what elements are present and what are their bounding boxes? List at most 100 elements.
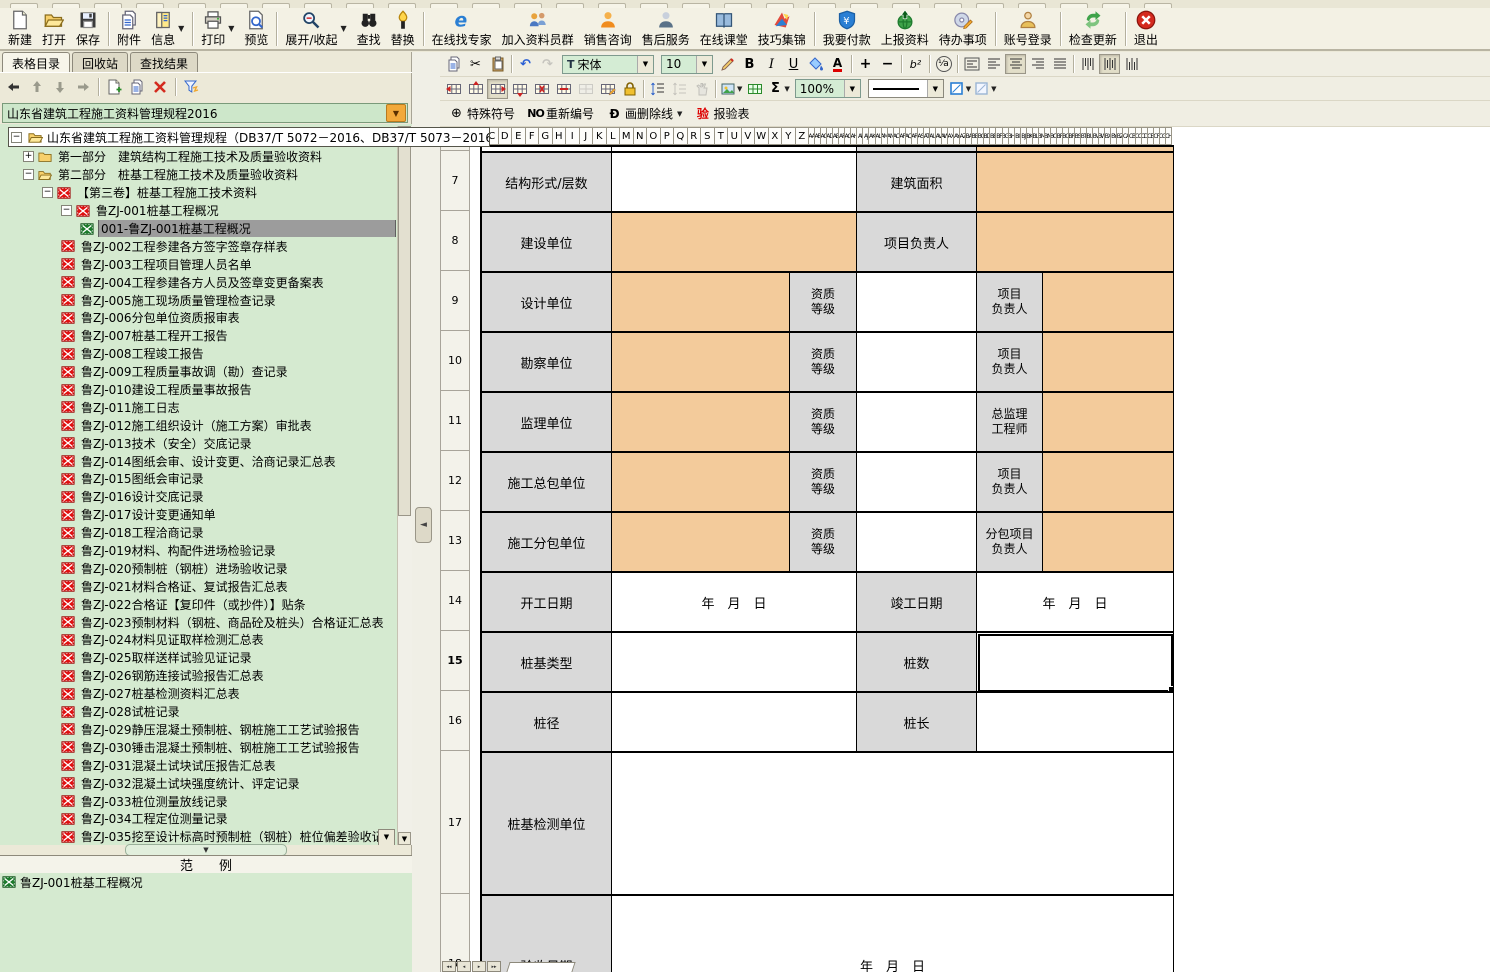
chevron-down-icon[interactable]: ▼ (178, 24, 184, 33)
toolbar-button-exit-x[interactable]: 退出 (1129, 9, 1163, 49)
tree-expand-toggle[interactable]: − (11, 132, 22, 143)
toolbar-button-replace-torch[interactable]: 替换 (386, 9, 420, 49)
insert-col-right-button[interactable] (487, 79, 508, 99)
tree-item[interactable]: 鲁ZJ-023预制材料（钢桩、商品砼及桩头）合格证汇总表 (0, 613, 412, 631)
scroll-down-icon[interactable]: ▼ (398, 832, 411, 845)
tree-item[interactable]: 鲁ZJ-006分包单位资质报审表 (0, 309, 412, 327)
column-header[interactable]: CH (1166, 127, 1172, 145)
vertical-text-right-button[interactable] (1121, 54, 1142, 74)
tab-查找结果[interactable]: 查找结果 (130, 52, 198, 72)
tree-item[interactable]: 鲁ZJ-027桩基检测资料汇总表 (0, 685, 412, 703)
row-header[interactable]: 14 (440, 571, 470, 631)
tree-item[interactable]: 鲁ZJ-008工程竣工报告 (0, 345, 412, 363)
italic-button[interactable]: I (761, 54, 782, 74)
column-header[interactable]: O (647, 127, 661, 145)
tree-item[interactable]: 鲁ZJ-025取样送样试验见证记录 (0, 649, 412, 667)
toolbar-button-upload-globe[interactable]: 上报资料 (876, 9, 934, 49)
tree-item[interactable]: 鲁ZJ-020预制桩（钢桩）进场验收记录 (0, 559, 412, 577)
form-input-cell[interactable] (612, 273, 790, 333)
tab-表格目录[interactable]: 表格目录 (2, 52, 70, 72)
form-input-cell[interactable] (612, 453, 790, 513)
chevron-down-icon[interactable]: ▼ (784, 85, 789, 93)
tree-item[interactable]: 鲁ZJ-035挖至设计标高时预制桩（钢桩）桩位偏差验收记▼ (0, 828, 412, 845)
toolbar-button-tips-collection[interactable]: 技巧集锦 (753, 9, 811, 49)
column-header[interactable]: W (755, 127, 769, 145)
column-header[interactable]: E (512, 127, 526, 145)
size-combo[interactable]: 10▼ (661, 55, 713, 74)
column-header[interactable]: X (769, 127, 783, 145)
tree-scrollbar[interactable]: ▲ ▼ (397, 126, 412, 845)
tab-first-icon[interactable]: ◂◂ (442, 961, 456, 972)
tree-item[interactable]: 鲁ZJ-019材料、构配件进场检验记录 (0, 542, 412, 560)
column-header[interactable]: H (553, 127, 567, 145)
tree-expand-toggle[interactable]: − (61, 205, 72, 216)
tree-item[interactable]: 鲁ZJ-024材料见证取样检测汇总表 (0, 631, 412, 649)
tree-expand-toggle[interactable]: + (23, 151, 34, 162)
fraction-button[interactable]: ⅟a (933, 54, 954, 74)
toolbar-button-new-doc[interactable]: 新建 (3, 9, 37, 49)
column-header[interactable]: P (661, 127, 675, 145)
superscript-button[interactable]: b² (905, 54, 926, 74)
chevron-down-icon[interactable]: ▼ (677, 110, 682, 118)
column-header[interactable]: T (715, 127, 729, 145)
tree-item[interactable]: 鲁ZJ-031混凝土试块试压报告汇总表 (0, 756, 412, 774)
draw-table-button[interactable] (597, 79, 618, 99)
column-header[interactable]: G (539, 127, 553, 145)
panel-splitter[interactable]: ◄ (412, 52, 440, 972)
tree-toolbar-filter[interactable] (181, 77, 201, 97)
column-header[interactable]: F (526, 127, 540, 145)
fill-color-button[interactable] (805, 54, 826, 74)
tree-item[interactable]: 鲁ZJ-009工程质量事故调（勘）查记录 (0, 363, 412, 381)
column-header[interactable]: J (580, 127, 594, 145)
tab-prev-icon[interactable]: ◂ (457, 961, 471, 972)
delete-col-button[interactable] (531, 79, 552, 99)
row-header[interactable]: 13 (440, 511, 470, 571)
form-input-cell[interactable] (612, 513, 790, 573)
chevron-down-icon[interactable]: ▼ (844, 80, 860, 97)
tree-item[interactable]: 001-鲁ZJ-001桩基工程概况 (0, 220, 412, 238)
tree-item[interactable]: 鲁ZJ-007桩基工程开工报告 (0, 327, 412, 345)
form-input-cell[interactable] (612, 393, 790, 453)
column-header[interactable]: Z (796, 127, 810, 145)
pen-color-button[interactable] (717, 54, 738, 74)
tree-item[interactable]: 鲁ZJ-003工程项目管理人员名单 (0, 255, 412, 273)
toolbar-button-info-book[interactable]: 信息▼ (146, 9, 189, 49)
toolbar-button-save-floppy[interactable]: 保存 (71, 9, 105, 49)
toolbar-button-account-login[interactable]: 账号登录 (999, 9, 1057, 49)
form-input-cell[interactable] (1043, 453, 1174, 513)
row-header[interactable]: 17 (440, 751, 470, 894)
tree-item[interactable]: 鲁ZJ-010建设工程质量事故报告 (0, 381, 412, 399)
row-header[interactable]: 9 (440, 271, 470, 331)
catalog-combo[interactable]: 山东省建筑工程施工资料管理规程2016 ▼ (2, 103, 408, 123)
tree-item[interactable]: 鲁ZJ-033桩位测量放线记录 (0, 792, 412, 810)
form-input-cell[interactable] (612, 333, 790, 393)
strike-line-button[interactable]: Đ画删除线▼ (601, 103, 688, 125)
zoom-combo[interactable]: 100%▼ (795, 79, 861, 98)
tree-toolbar-delete-form[interactable] (150, 77, 170, 97)
redo-button[interactable]: ↷ (537, 54, 558, 74)
align-center-button[interactable] (1005, 54, 1026, 74)
tree-toolbar-nav-up[interactable] (27, 77, 47, 97)
tree-item[interactable]: −鲁ZJ-001桩基工程概况 (0, 202, 412, 220)
tree-item[interactable]: 鲁ZJ-032混凝土试块强度统计、评定记录 (0, 774, 412, 792)
column-header[interactable]: N (634, 127, 648, 145)
chevron-down-icon[interactable]: ▼ (637, 56, 653, 73)
align-distribute-button[interactable] (1049, 54, 1070, 74)
form-input-cell[interactable] (977, 693, 1174, 753)
shading-color-button[interactable]: ▼ (973, 79, 997, 99)
delete-row-button[interactable] (553, 79, 574, 99)
tree-toolbar-nav-left[interactable] (4, 77, 24, 97)
tree-item[interactable]: 鲁ZJ-022合格证【复印件（或抄件）】贴条 (0, 595, 412, 613)
toolbar-button-service-person[interactable]: 售后服务 (637, 9, 695, 49)
copy-button[interactable] (443, 54, 464, 74)
column-header[interactable]: R (688, 127, 702, 145)
tree-item[interactable]: 鲁ZJ-026钢筋连接试验报告汇总表 (0, 667, 412, 685)
tree-item[interactable]: 鲁ZJ-015图纸会审记录 (0, 470, 412, 488)
column-header[interactable]: L (607, 127, 621, 145)
row-header[interactable]: 10 (440, 331, 470, 391)
tab-next-icon[interactable]: ▸ (472, 961, 486, 972)
tree-item[interactable]: +第一部分 建筑结构工程施工技术及质量验收资料 (0, 148, 412, 166)
vertical-text-center-button[interactable] (1099, 54, 1120, 74)
line-style-combo[interactable]: ▼ (868, 79, 944, 98)
chevron-down-icon[interactable]: ▼ (340, 24, 346, 33)
